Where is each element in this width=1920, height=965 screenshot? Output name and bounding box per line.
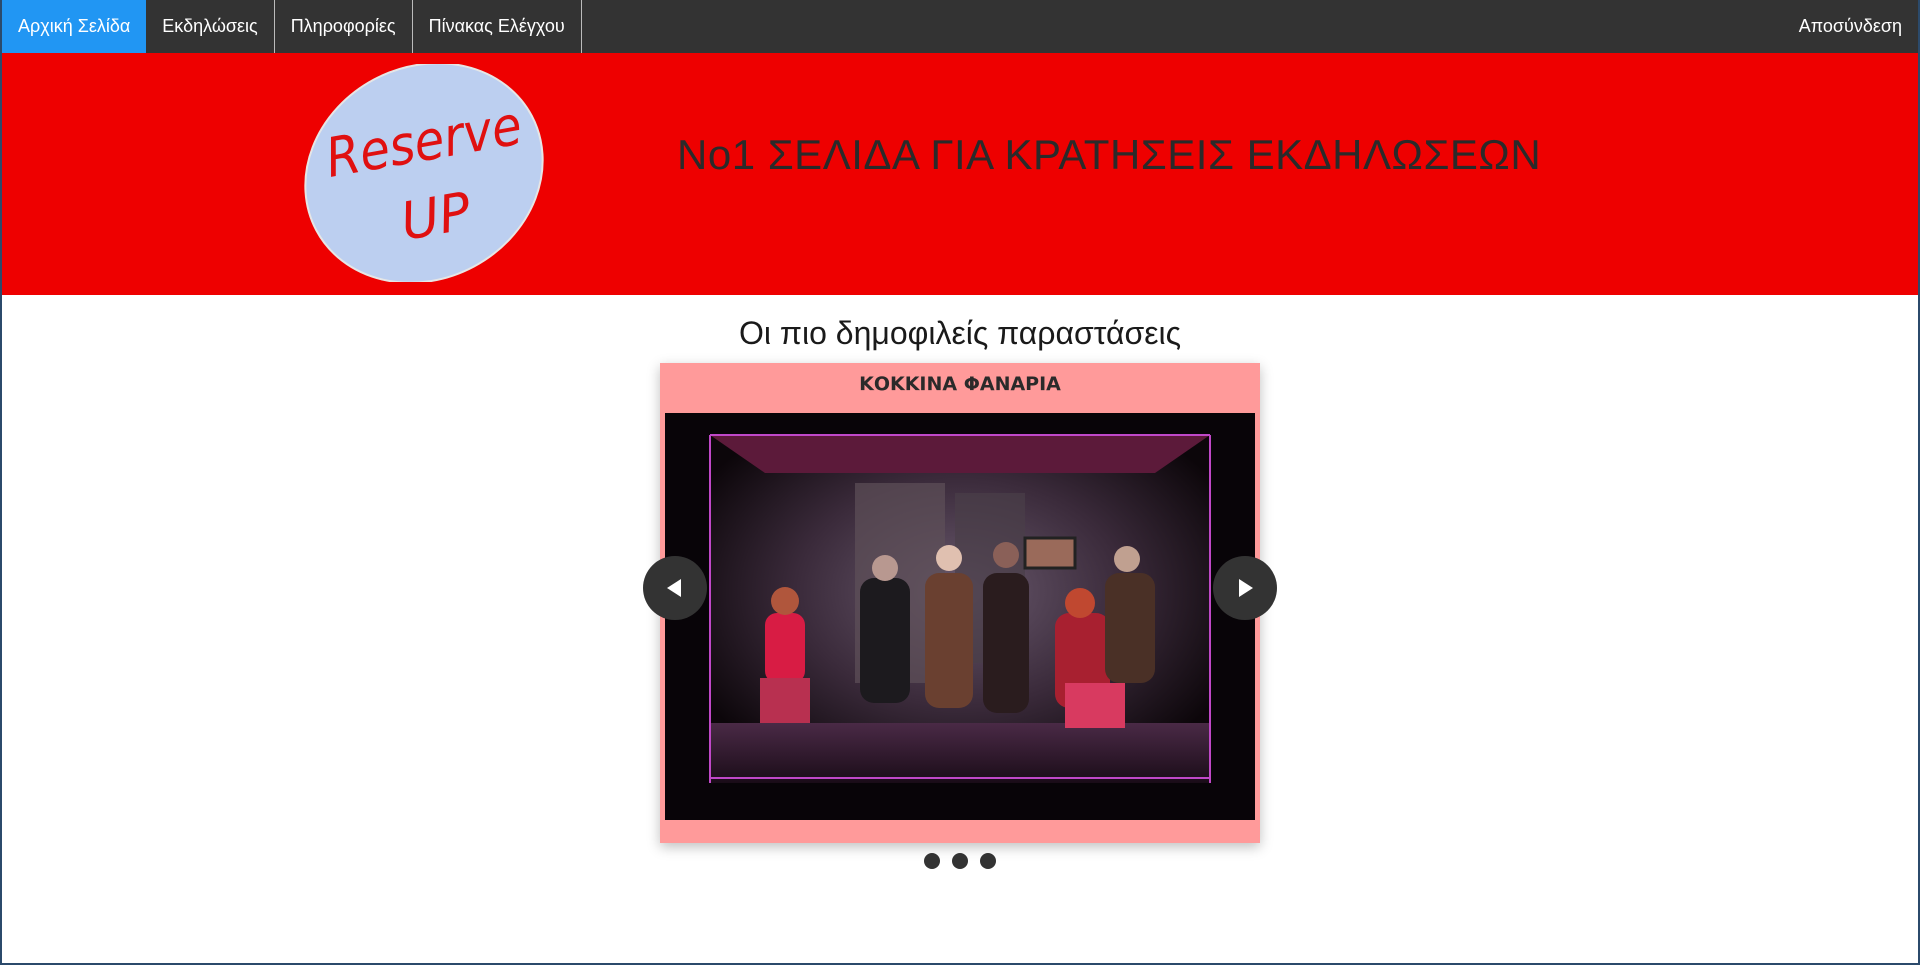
arrow-right-icon [1239,579,1253,597]
logout-link[interactable]: Αποσύνδεση [1799,0,1902,53]
stage-photo [665,413,1255,820]
top-navbar: Αρχική Σελίδα Εκδηλώσεις Πληροφορίες Πίν… [2,0,1918,53]
nav-item-info[interactable]: Πληροφορίες [275,0,413,53]
nav-item-events[interactable]: Εκδηλώσεις [146,0,275,53]
slide-image[interactable] [665,413,1255,820]
carousel-dot-2[interactable] [952,853,968,869]
nav-item-home[interactable]: Αρχική Σελίδα [2,0,147,53]
header-banner: Reserve UP Νο1 ΣΕΛΙΔΑ ΓΙΑ ΚΡΑΤΗΣΕΙΣ ΕΚΔΗ… [2,53,1918,295]
carousel-slide: ΚΟΚΚΙΝΑ ΦΑΝΑΡΙΑ [660,363,1260,843]
banner-title: Νο1 ΣΕΛΙΔΑ ΓΙΑ ΚΡΑΤΗΣΕΙΣ ΕΚΔΗΛΩΣΕΩΝ [677,131,1542,178]
arrow-left-icon [667,579,681,597]
carousel-indicators [2,853,1918,869]
carousel-dot-1[interactable] [924,853,940,869]
nav-item-dashboard[interactable]: Πίνακας Ελέγχου [413,0,582,53]
logo-text-line2: UP [397,182,476,253]
site-logo[interactable]: Reserve UP [299,64,549,282]
carousel-next-button[interactable] [1213,556,1277,620]
page: Αρχική Σελίδα Εκδηλώσεις Πληροφορίες Πίν… [2,0,1918,963]
section-title: Οι πιο δημοφιλείς παραστάσεις [739,315,1181,351]
slide-title: ΚΟΚΚΙΝΑ ΦΑΝΑΡΙΑ [859,373,1061,395]
carousel-prev-button[interactable] [643,556,707,620]
carousel-dot-3[interactable] [980,853,996,869]
